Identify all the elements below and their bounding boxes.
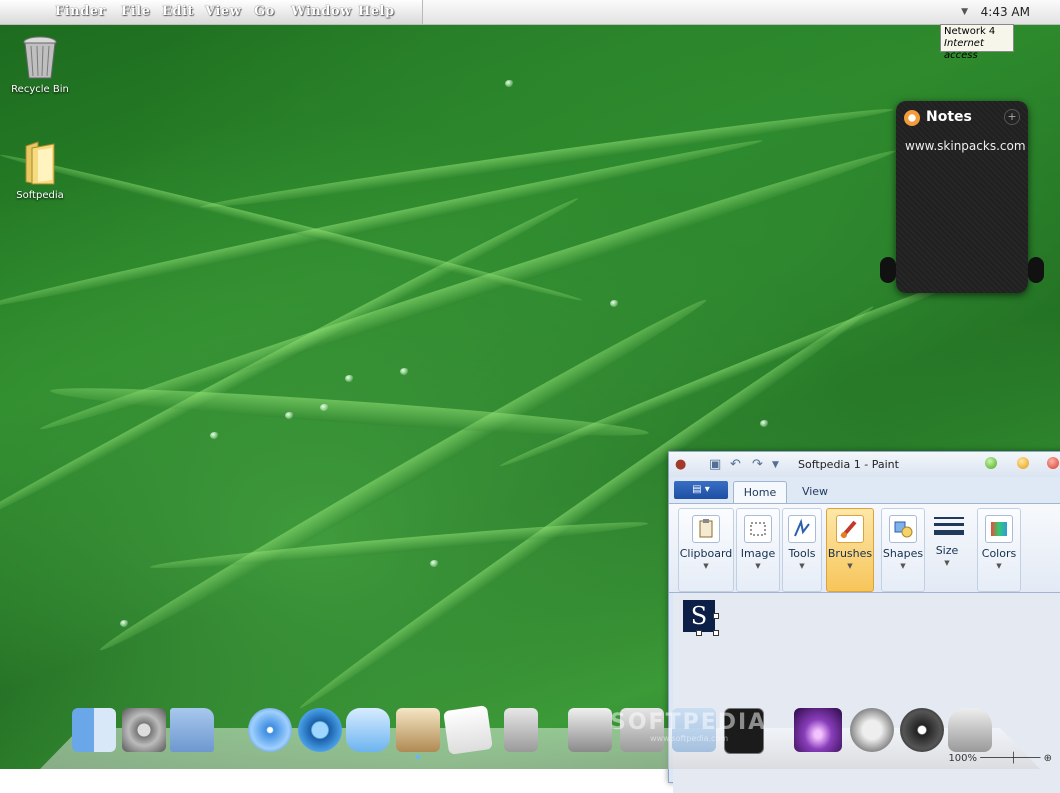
dock-calculator-icon[interactable] (504, 708, 538, 752)
menu-view[interactable]: View (205, 4, 241, 19)
dock-quicktime-icon[interactable] (298, 708, 342, 752)
dock-trash-icon[interactable] (948, 708, 992, 752)
desktop-icon-softpedia[interactable]: Softpedia (8, 140, 72, 201)
ribbon-label: Brushes (827, 547, 873, 560)
notes-add-icon[interactable]: + (1004, 109, 1020, 125)
ribbon-group-image[interactable]: Image ▼ (736, 508, 780, 592)
selection-handle[interactable] (713, 630, 719, 636)
redo-icon[interactable]: ↷ (752, 457, 763, 472)
brush-icon (836, 515, 864, 543)
dock-app-store-icon[interactable] (568, 708, 612, 752)
chevron-down-icon: ▼ (847, 562, 853, 570)
menu-clock[interactable]: 4:43 AM (981, 5, 1030, 19)
paint-window-title: Softpedia 1 - Paint (798, 458, 899, 471)
dock-running-indicator (416, 755, 420, 759)
desktop-icon-label: Softpedia (16, 190, 64, 201)
trash-icon (22, 36, 58, 80)
notes-app-icon (904, 110, 920, 126)
dock-safari-icon[interactable] (248, 708, 292, 752)
minimize-window-icon[interactable] (1017, 457, 1029, 469)
dock-finder-icon[interactable] (72, 708, 116, 752)
dock-power-icon[interactable] (900, 708, 944, 752)
network-tooltip: Network 4 Internet access (940, 24, 1014, 61)
shapes-icon (889, 515, 917, 543)
chevron-down-icon: ▼ (755, 562, 761, 570)
notes-right-handle (1028, 257, 1044, 283)
select-icon (744, 515, 772, 543)
watermark-text: SOFTPEDIA (610, 710, 768, 735)
undo-icon[interactable]: ↶ (730, 457, 741, 472)
desktop-icon-label: Recycle Bin (11, 84, 69, 95)
ribbon-group-size[interactable]: Size ▼ (926, 508, 968, 590)
network-dropdown-icon[interactable]: ▼ (961, 7, 968, 17)
network-tooltip-title: Network 4 (944, 26, 996, 37)
menu-window[interactable]: Window (291, 4, 352, 19)
ribbon-label: Tools (788, 547, 816, 560)
dock-front-row-icon[interactable] (794, 708, 842, 752)
menu-finder[interactable]: Finder (55, 4, 106, 19)
chevron-down-icon: ▼ (799, 562, 805, 570)
quick-access-dropdown-icon[interactable]: ▼ (772, 460, 779, 470)
dock-folder-icon[interactable] (170, 708, 214, 752)
network-tooltip-status: Internet access (944, 38, 984, 61)
clipboard-icon (692, 515, 720, 543)
ribbon-group-clipboard[interactable]: Clipboard ▼ (678, 508, 734, 592)
canvas-text-selection[interactable]: S (683, 600, 715, 632)
dock-messenger-icon[interactable] (346, 708, 390, 752)
ribbon-group-shapes[interactable]: Shapes ▼ (881, 508, 925, 592)
folder-icon (24, 140, 56, 186)
paint-tab-strip: ▤ ▾ Home View (669, 477, 1060, 504)
selection-handle[interactable] (713, 613, 719, 619)
menu-bar-left: Finder File Edit View Go Window Help (0, 0, 423, 24)
dock-textedit-icon[interactable] (443, 705, 493, 755)
paint-zoom-level[interactable]: 100% ─────┼──── ⊕ (948, 753, 1052, 764)
size-icon (934, 514, 964, 540)
softpedia-watermark: SOFTPEDIA www.softpedia.com (610, 710, 768, 743)
desktop-icon-recycle-bin[interactable]: Recycle Bin (8, 36, 72, 95)
dock-system-preferences-icon[interactable] (122, 708, 166, 752)
chevron-down-icon: ▼ (900, 562, 906, 570)
paint-ribbon: Clipboard ▼ Image ▼ Tools ▼ Brushes ▼ Sh… (669, 503, 1060, 593)
paint-file-menu-button[interactable]: ▤ ▾ (674, 481, 728, 499)
ribbon-label: Shapes (882, 547, 924, 560)
ribbon-label: Size (935, 544, 959, 557)
notes-left-handle (880, 257, 896, 283)
notes-title: Notes (926, 109, 972, 125)
paint-titlebar[interactable]: ● ▣ ↶ ↷ ▼ Softpedia 1 - Paint (669, 452, 1060, 477)
ribbon-group-brushes[interactable]: Brushes ▼ (826, 508, 874, 592)
ribbon-group-colors[interactable]: Colors ▼ (977, 508, 1021, 592)
tab-view[interactable]: View (791, 481, 839, 503)
menu-help[interactable]: Help (358, 4, 395, 19)
ribbon-label: Clipboard (679, 547, 733, 560)
chevron-down-icon: ▼ (944, 559, 950, 567)
ribbon-group-tools[interactable]: Tools ▼ (782, 508, 822, 592)
notes-text[interactable]: www.skinpacks.com (905, 139, 1026, 153)
menu-go[interactable]: Go (254, 4, 275, 19)
watermark-url: www.softpedia.com (650, 734, 729, 743)
dock-preview-icon[interactable] (396, 708, 440, 752)
menu-edit[interactable]: Edit (162, 4, 194, 19)
menu-file[interactable]: File (121, 4, 150, 19)
zoom-in-icon[interactable]: ⊕ (1044, 753, 1052, 764)
chevron-down-icon: ▼ (996, 562, 1002, 570)
zoom-slider[interactable]: ─────┼──── (980, 753, 1043, 764)
menu-bar: Finder File Edit View Go Window Help ▼ 4… (0, 0, 1060, 25)
selection-handle[interactable] (696, 630, 702, 636)
notes-widget[interactable]: Notes + www.skinpacks.com (880, 101, 1044, 293)
zoom-level-text: 100% (948, 753, 978, 764)
dock-launchpad-icon[interactable] (850, 708, 894, 752)
paint-app-icon[interactable]: ● (675, 457, 686, 472)
tab-home[interactable]: Home (733, 481, 787, 504)
ribbon-label: Colors (981, 547, 1017, 560)
colors-icon (985, 515, 1013, 543)
ribbon-label: Image (740, 547, 776, 560)
zoom-window-icon[interactable] (985, 457, 997, 469)
close-window-icon[interactable] (1047, 457, 1059, 469)
dock (40, 700, 1040, 769)
tools-icon (788, 515, 816, 543)
save-icon[interactable]: ▣ (709, 457, 721, 472)
chevron-down-icon: ▼ (703, 562, 709, 570)
